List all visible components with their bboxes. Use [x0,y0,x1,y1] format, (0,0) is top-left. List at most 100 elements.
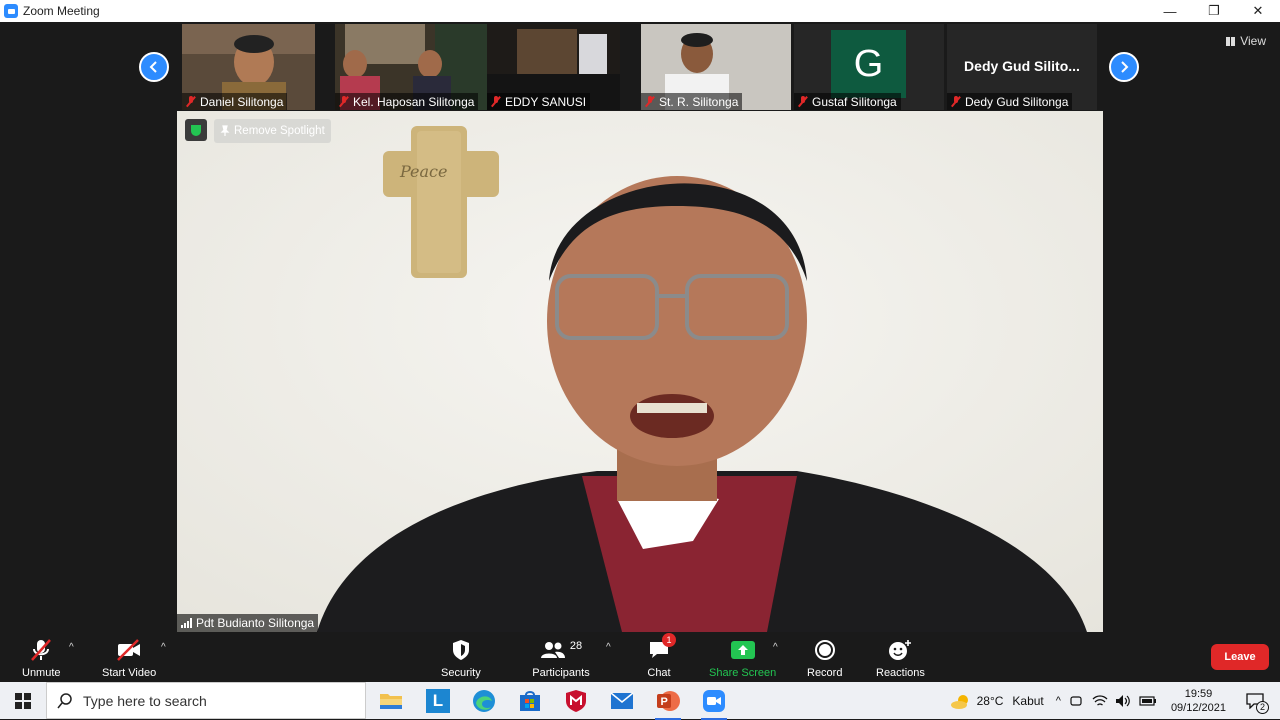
reactions-button[interactable]: Reactions [876,638,925,679]
zoom-app-icon [4,4,18,18]
signal-strength-icon [181,618,192,628]
participant-name: Kel. Haposan Silitonga [353,94,475,109]
emoji-icon [887,638,913,662]
participant-name-bar: Daniel Silitonga [182,93,288,110]
participant-avatar: G [831,30,906,98]
meeting-area: Daniel Silitonga Kel. Haposan Silitonga … [0,22,1280,704]
weather-temperature[interactable]: 28°C [977,694,1004,708]
chevron-right-icon [1121,61,1129,73]
participant-tile-6[interactable]: Dedy Gud Silito... Dedy Gud Silitonga [947,24,1097,110]
participant-name: Gustaf Silitonga [812,94,897,109]
leave-button[interactable]: Leave [1211,644,1269,670]
view-button[interactable]: View [1226,34,1266,48]
participant-tile-4[interactable]: St. R. Silitonga [641,24,791,110]
svg-text:P: P [661,696,668,708]
grid-view-icon [1226,36,1237,46]
meet-now-icon [1070,695,1082,706]
record-label: Record [807,667,843,679]
start-video-button[interactable]: Start Video [102,638,156,679]
mic-off-icon [28,638,54,662]
weather-description[interactable]: Kabut [1012,694,1043,708]
clock[interactable]: 19:59 09/12/2021 [1171,687,1226,715]
participant-name-bar: Dedy Gud Silitonga [947,93,1073,110]
start-video-label: Start Video [102,667,157,679]
share-screen-icon [730,638,756,662]
powerpoint-icon[interactable]: P [653,686,683,720]
participant-tile-3[interactable]: EDDY SANUSI [487,24,620,110]
participant-name: Dedy Gud Silitonga [965,94,1069,109]
battery-icon [1139,695,1156,706]
record-icon [812,638,838,662]
gallery-next-button[interactable] [1109,52,1139,82]
title-bar: Zoom Meeting — ❐ ✕ [0,0,1280,22]
taskbar-search-box[interactable]: Type here to search [46,682,366,719]
gallery-prev-button[interactable] [139,52,169,82]
record-button[interactable]: Record [807,638,842,679]
speaker-name-bar: Pdt Budianto Silitonga [177,614,319,632]
mcafee-icon[interactable] [561,686,591,716]
file-explorer-icon[interactable] [376,686,406,716]
l-app-icon[interactable]: L [423,686,453,716]
participants-button[interactable]: 28 Participants [531,638,591,679]
spotlight-video: Peace Remove Spotlight Pdt Budianto Sili… [177,111,1103,632]
participants-label: Participants [532,667,590,679]
pin-icon [220,125,230,136]
encryption-shield-icon[interactable] [185,119,207,141]
shield-icon [448,638,474,662]
mic-muted-icon [491,96,501,107]
video-off-icon [116,638,142,662]
windows-taskbar: Type here to search L P 28°C Kabut ^ 19:… [0,682,1280,720]
participant-name: EDDY SANUSI [505,94,587,109]
volume-icon [1115,694,1130,707]
search-icon [57,692,72,708]
mic-muted-icon [339,96,349,107]
show-hidden-icons-chevron-icon[interactable]: ^ [1056,695,1061,707]
participants-options-caret[interactable]: ^ [606,642,611,653]
participant-name: Daniel Silitonga [200,94,284,109]
unmute-button[interactable]: Unmute [22,638,61,679]
minimize-button[interactable]: — [1148,0,1192,22]
speaker-name: Pdt Budianto Silitonga [196,616,315,630]
participant-tile-1[interactable]: Daniel Silitonga [182,24,315,110]
microsoft-store-icon[interactable] [515,686,545,716]
participants-icon: 28 [531,638,591,662]
search-placeholder: Type here to search [83,692,207,709]
participant-name-bar: EDDY SANUSI [487,93,591,110]
notification-count-badge: 2 [1256,700,1269,714]
clock-time: 19:59 [1184,687,1213,700]
reactions-label: Reactions [876,667,925,679]
weather-icon [950,694,968,709]
video-options-caret[interactable]: ^ [161,642,166,653]
audio-options-caret[interactable]: ^ [69,642,74,653]
chat-icon: 1 [646,633,676,662]
edge-browser-icon[interactable] [469,686,499,716]
mic-muted-icon [798,96,808,107]
restore-button[interactable]: ❐ [1192,0,1236,22]
chat-label: Chat [647,667,671,679]
participant-tile-2[interactable]: Kel. Haposan Silitonga [335,24,487,110]
cross-text: Peace [400,162,448,181]
system-tray: 28°C Kabut ^ 19:59 09/12/2021 2 [949,682,1280,719]
chat-button[interactable]: 1 Chat [646,633,676,679]
clock-date: 09/12/2021 [1170,701,1226,714]
remove-spotlight-button[interactable]: Remove Spotlight [214,119,331,143]
close-button[interactable]: ✕ [1236,0,1280,22]
start-button[interactable] [0,682,46,719]
mic-muted-icon [645,96,655,107]
participant-name: St. R. Silitonga [659,94,739,109]
zoom-taskbar-icon[interactable] [699,686,729,720]
participant-display-title: Dedy Gud Silito... [964,58,1080,74]
remove-spotlight-label: Remove Spotlight [234,125,325,137]
participant-tile-5[interactable]: G Gustaf Silitonga [794,24,944,110]
notification-center-icon[interactable]: 2 [1242,688,1269,714]
mail-icon[interactable] [607,686,637,716]
share-options-caret[interactable]: ^ [773,642,778,653]
security-label: Security [441,667,481,679]
share-screen-button[interactable]: Share Screen [709,638,776,679]
security-button[interactable]: Security [441,638,481,679]
window-title: Zoom Meeting [23,4,100,18]
share-screen-label: Share Screen [709,667,777,679]
mic-muted-icon [186,96,196,107]
wifi-icon [1092,694,1108,706]
speaker-video [177,111,1103,632]
